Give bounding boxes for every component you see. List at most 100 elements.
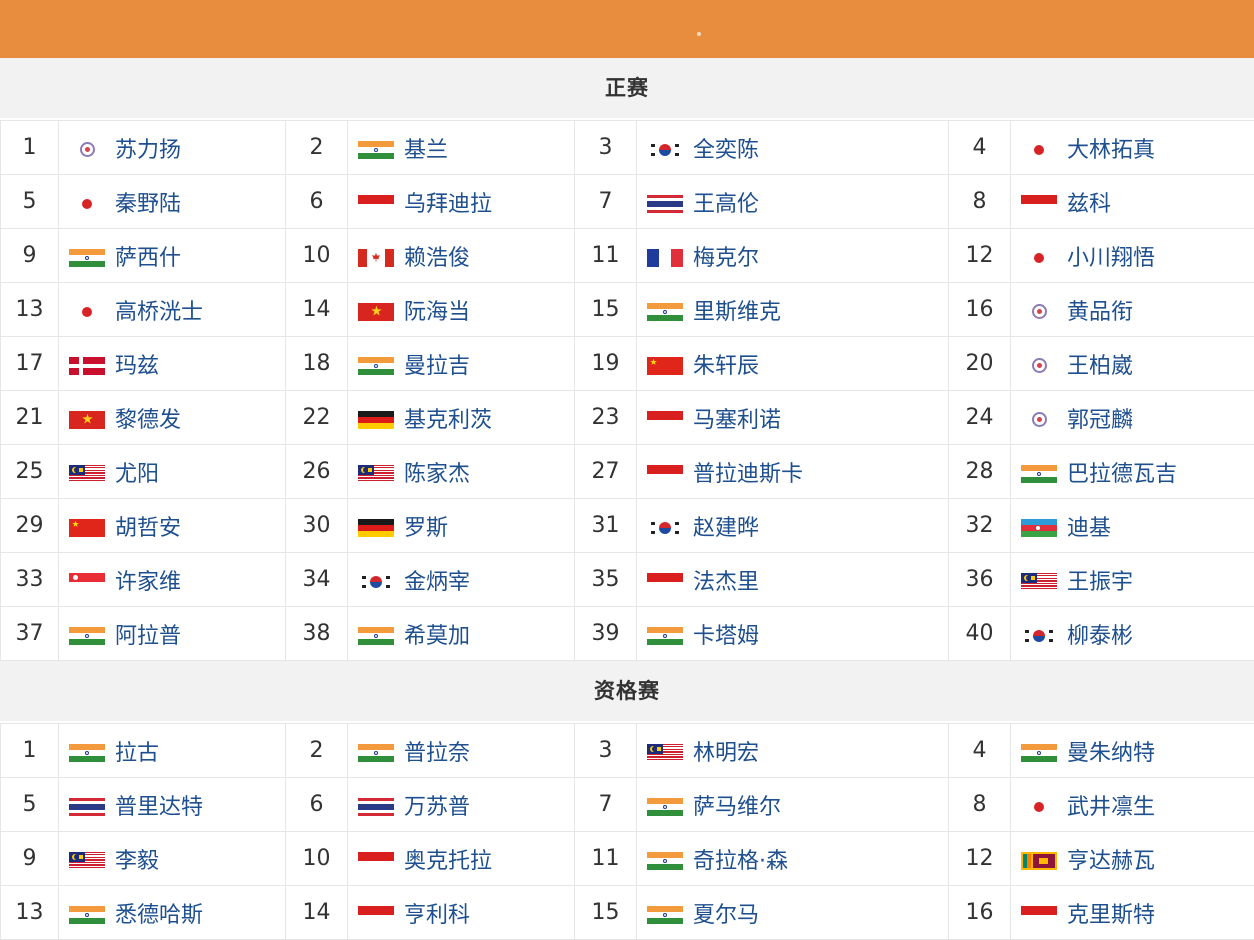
chinese-taipei-flag-icon	[69, 141, 105, 159]
player-name-link[interactable]: 秦野陆	[115, 192, 181, 217]
player-name-link[interactable]: 普里达特	[115, 795, 203, 820]
seed-number: 20	[949, 337, 1011, 391]
seed-number: 6	[286, 175, 348, 229]
player-name-link[interactable]: 小川翔悟	[1067, 246, 1155, 271]
india-flag-icon	[358, 627, 394, 645]
player-name-link[interactable]: 普拉奈	[404, 741, 470, 766]
seed-number: 9	[1, 832, 59, 886]
player-name-link[interactable]: 萨西什	[115, 246, 181, 271]
indonesia-flag-icon	[647, 411, 683, 429]
player-name-link[interactable]: 柳泰彬	[1067, 624, 1133, 649]
player-name-link[interactable]: 马塞利诺	[693, 408, 781, 433]
thailand-flag-icon	[69, 798, 105, 816]
player-name-link[interactable]: 朱轩辰	[693, 354, 759, 379]
china-flag-icon	[647, 357, 683, 375]
player-name-link[interactable]: 兹科	[1067, 192, 1111, 217]
player-name-link[interactable]: 黄品衔	[1067, 300, 1133, 325]
player-name-link[interactable]: 法杰里	[693, 570, 759, 595]
player-name-link[interactable]: 高桥洸士	[115, 300, 203, 325]
indonesia-flag-icon	[358, 195, 394, 213]
player-name-link[interactable]: 奥克托拉	[404, 849, 492, 874]
seed-number: 15	[575, 886, 637, 940]
player-name-link[interactable]: 大林拓真	[1067, 138, 1155, 163]
player-cell: 亨利科	[348, 886, 575, 940]
player-name-link[interactable]: 希莫加	[404, 624, 470, 649]
table-row: 9 萨西什10 赖浩俊11 梅克尔12小川翔悟	[1, 229, 1254, 283]
seed-number: 36	[949, 553, 1011, 607]
player-cell: 大林拓真	[1011, 121, 1254, 175]
seed-number: 25	[1, 445, 59, 499]
player-name-link[interactable]: 亨利科	[404, 903, 470, 928]
player-name-link[interactable]: 阿拉普	[115, 624, 181, 649]
player-name-link[interactable]: 乌拜迪拉	[404, 192, 492, 217]
player-name-link[interactable]: 林明宏	[693, 741, 759, 766]
seed-number: 39	[575, 607, 637, 661]
table-row: 13 悉德哈斯14 亨利科15 夏尔马16 克里斯特	[1, 886, 1254, 940]
player-name-link[interactable]: 奇拉格·森	[693, 849, 788, 874]
player-name-link[interactable]: 梅克尔	[693, 246, 759, 271]
seed-number: 5	[1, 175, 59, 229]
player-name-link[interactable]: 王高伦	[693, 192, 759, 217]
player-name-link[interactable]: 基克利茨	[404, 408, 492, 433]
player-name-link[interactable]: 金炳宰	[404, 570, 470, 595]
player-name-link[interactable]: 黎德发	[115, 408, 181, 433]
player-name-link[interactable]: 全奕陈	[693, 138, 759, 163]
seed-number: 19	[575, 337, 637, 391]
table-row: 1 苏力扬2 基兰3 全奕陈4大林拓真	[1, 121, 1254, 175]
player-name-link[interactable]: 许家维	[115, 570, 181, 595]
player-name-link[interactable]: 赖浩俊	[404, 246, 470, 271]
player-name-link[interactable]: 阮海当	[404, 300, 470, 325]
player-name-link[interactable]: 玛兹	[115, 354, 159, 379]
player-cell: 胡哲安	[59, 499, 286, 553]
player-name-link[interactable]: 拉古	[115, 741, 159, 766]
vietnam-flag-icon	[69, 411, 105, 429]
table-row: 29 胡哲安30 罗斯31 赵建晔32 迪基	[1, 499, 1254, 553]
seed-number: 10	[286, 229, 348, 283]
table-row: 37 阿拉普38 希莫加39 卡塔姆40 柳泰彬	[1, 607, 1254, 661]
korea-flag-icon	[1021, 627, 1057, 645]
player-name-link[interactable]: 克里斯特	[1067, 903, 1155, 928]
player-name-link[interactable]: 郭冠麟	[1067, 408, 1133, 433]
player-name-link[interactable]: 普拉迪斯卡	[693, 462, 803, 487]
player-name-link[interactable]: 萨马维尔	[693, 795, 781, 820]
player-name-link[interactable]: 王振宇	[1067, 570, 1133, 595]
player-name-link[interactable]: 胡哲安	[115, 516, 181, 541]
player-name-link[interactable]: 赵建晔	[693, 516, 759, 541]
seed-number: 11	[575, 832, 637, 886]
malaysia-flag-icon	[69, 465, 105, 483]
header-bar	[0, 0, 1254, 58]
player-cell: 亨达赫瓦	[1011, 832, 1254, 886]
qualification-table: 1 拉古2 普拉奈3 林明宏4 曼朱纳特5 普里达特6	[0, 723, 1254, 940]
india-flag-icon	[647, 906, 683, 924]
player-name-link[interactable]: 陈家杰	[404, 462, 470, 487]
table-row: 21 黎德发22 基克利茨23 马塞利诺24 郭冠麟	[1, 391, 1254, 445]
player-name-link[interactable]: 尤阳	[115, 462, 159, 487]
vietnam-flag-icon	[358, 303, 394, 321]
seed-number: 3	[575, 121, 637, 175]
player-name-link[interactable]: 基兰	[404, 138, 448, 163]
player-name-link[interactable]: 苏力扬	[115, 138, 181, 163]
player-cell: 普拉奈	[348, 724, 575, 778]
player-name-link[interactable]: 王柏崴	[1067, 354, 1133, 379]
seed-number: 4	[949, 121, 1011, 175]
player-name-link[interactable]: 悉德哈斯	[115, 903, 203, 928]
player-name-link[interactable]: 曼拉吉	[404, 354, 470, 379]
player-name-link[interactable]: 曼朱纳特	[1067, 741, 1155, 766]
player-name-link[interactable]: 亨达赫瓦	[1067, 849, 1155, 874]
player-name-link[interactable]: 里斯维克	[693, 300, 781, 325]
player-name-link[interactable]: 罗斯	[404, 516, 448, 541]
player-cell: 郭冠麟	[1011, 391, 1254, 445]
player-name-link[interactable]: 李毅	[115, 849, 159, 874]
player-cell: 夏尔马	[637, 886, 949, 940]
player-cell: 高桥洸士	[59, 283, 286, 337]
seed-number: 1	[1, 121, 59, 175]
player-name-link[interactable]: 巴拉德瓦吉	[1067, 462, 1177, 487]
player-name-link[interactable]: 武井凛生	[1067, 795, 1155, 820]
table-row: 5秦野陆6 乌拜迪拉7 王高伦8 兹科	[1, 175, 1254, 229]
player-cell: 黄品衔	[1011, 283, 1254, 337]
india-flag-icon	[358, 744, 394, 762]
player-name-link[interactable]: 万苏普	[404, 795, 470, 820]
player-name-link[interactable]: 迪基	[1067, 516, 1111, 541]
player-name-link[interactable]: 卡塔姆	[693, 624, 759, 649]
player-name-link[interactable]: 夏尔马	[693, 903, 759, 928]
